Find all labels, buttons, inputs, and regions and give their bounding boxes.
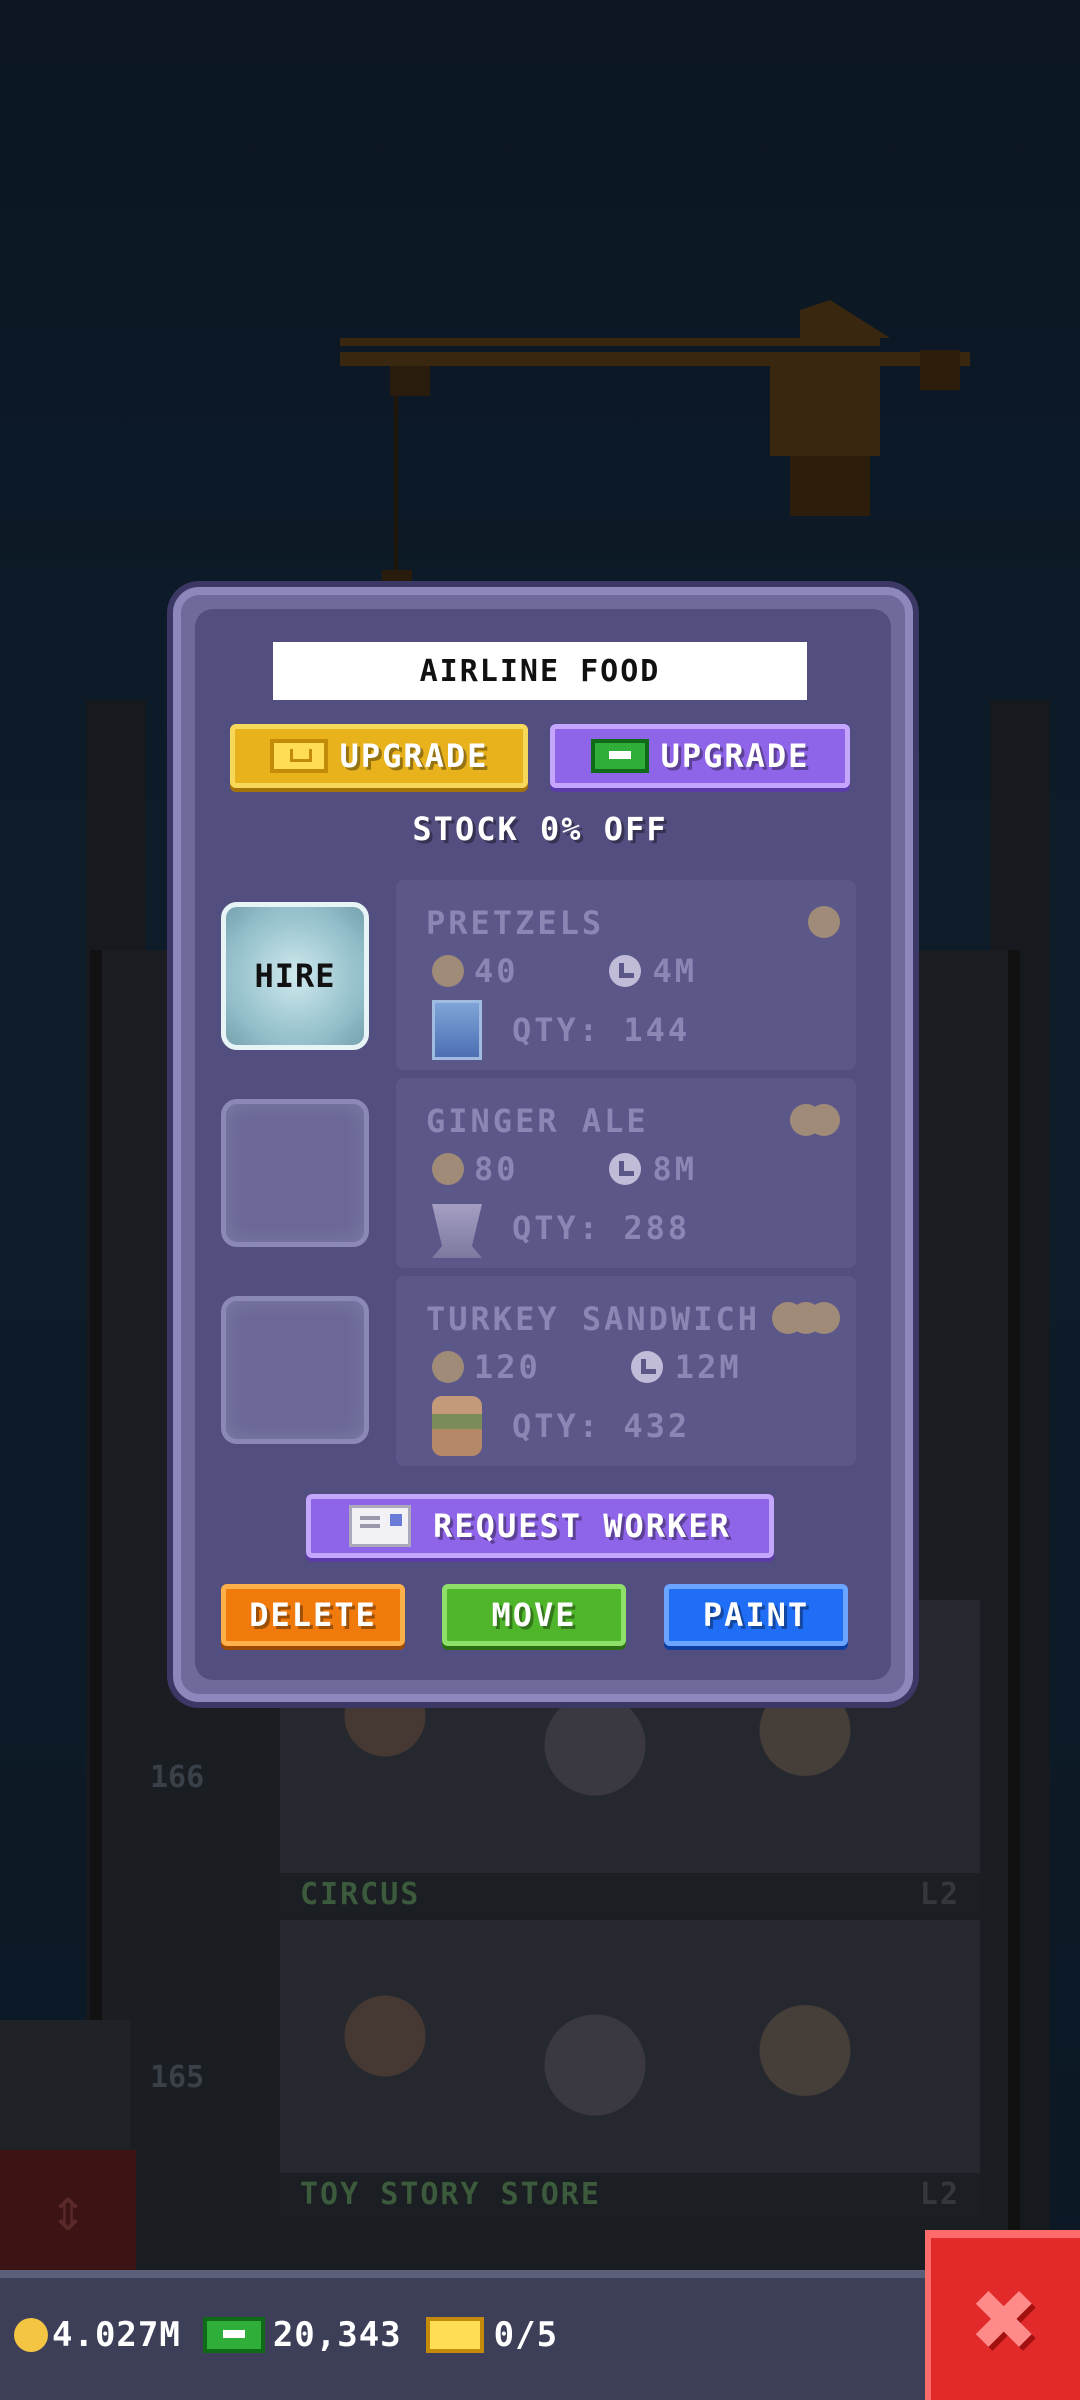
floor-165 — [280, 1920, 980, 2210]
product-name: TURKEY SANDWICH — [426, 1300, 760, 1338]
delete-button[interactable]: DELETE — [221, 1584, 405, 1646]
floor-level: L2 — [919, 1877, 960, 1912]
worker-slot-empty[interactable] — [221, 1296, 369, 1444]
product-cost: 120 — [474, 1348, 541, 1386]
stock-discount-text: STOCK 0% OFF — [412, 810, 668, 848]
hire-label: HIRE — [254, 957, 336, 995]
coins-amount: 4.027M — [52, 2315, 181, 2355]
product-panel-pretzels[interactable]: PRETZELS 40 4M QTY: 144 — [396, 880, 856, 1070]
product-time: 4M — [652, 952, 698, 990]
product-qty-row: QTY: 432 — [432, 1396, 690, 1456]
construction-crane — [340, 300, 970, 590]
can-icon — [432, 1000, 482, 1060]
hire-slot-button[interactable]: HIRE — [221, 902, 369, 1050]
bux-icon — [590, 739, 649, 773]
floor-name: CIRCUS — [300, 1877, 421, 1912]
coin-icon — [808, 1302, 840, 1334]
product-time: 12M — [674, 1348, 742, 1386]
coin-icon — [808, 906, 840, 938]
product-cost-row: 40 4M — [432, 952, 697, 990]
paint-button[interactable]: PAINT — [664, 1584, 848, 1646]
upgrade-tickets-button[interactable]: UPGRADE — [230, 724, 528, 788]
upgrade-bux-button[interactable]: UPGRADE — [550, 724, 850, 788]
worker-slot-empty[interactable] — [221, 1099, 369, 1247]
coin-icon — [432, 1351, 464, 1383]
close-button[interactable]: ✖ — [925, 2230, 1080, 2400]
ticket-icon — [269, 739, 328, 773]
coin-icon — [808, 1104, 840, 1136]
scroll-arrows-icon[interactable]: ⇕ — [0, 2150, 136, 2270]
floor-number: 165 — [150, 2060, 205, 2095]
bux-icon — [202, 2317, 265, 2353]
room-title: AIRLINE FOOD — [273, 642, 807, 700]
product-qty: QTY: 432 — [512, 1407, 691, 1445]
move-button[interactable]: MOVE — [442, 1584, 626, 1646]
product-cost: 40 — [474, 952, 519, 990]
coin-icon — [432, 1153, 464, 1185]
upgrade-label: UPGRADE — [660, 737, 810, 775]
product-cost-row: 80 8M — [432, 1150, 697, 1188]
product-qty-row: QTY: 288 — [432, 1198, 690, 1258]
tickets-amount: 0/5 — [493, 2315, 559, 2355]
product-cost-row: 120 12M — [432, 1348, 742, 1386]
request-worker-label: REQUEST WORKER — [433, 1507, 731, 1545]
product-time: 8M — [652, 1150, 698, 1188]
floor-label-circus[interactable]: CIRCUS L2 — [280, 1873, 980, 1917]
coin-icon — [14, 2318, 48, 2352]
bux-amount: 20,343 — [272, 2315, 402, 2355]
ticket-icon — [425, 2317, 484, 2353]
request-worker-button[interactable]: REQUEST WORKER — [306, 1494, 774, 1558]
cup-icon — [432, 1204, 482, 1258]
upgrade-label: UPGRADE — [339, 737, 489, 775]
product-name: GINGER ALE — [426, 1102, 649, 1140]
product-name: PRETZELS — [426, 904, 605, 942]
floor-art — [280, 1920, 980, 2210]
mail-icon — [349, 1505, 412, 1547]
product-qty: QTY: 288 — [512, 1209, 691, 1247]
product-qty: QTY: 144 — [512, 1011, 691, 1049]
product-tier-coins — [772, 1302, 840, 1334]
product-qty-row: QTY: 144 — [432, 1000, 690, 1060]
product-panel-turkey-sandwich[interactable]: TURKEY SANDWICH 120 12M QTY: 432 — [396, 1276, 856, 1466]
clock-icon — [608, 1153, 641, 1185]
currency-bar: 4.027M 20,343 0/5 — [0, 2270, 925, 2400]
floor-number: 166 — [150, 1760, 205, 1795]
product-tier-coins — [808, 906, 840, 938]
close-x-icon: ✖ — [972, 2255, 1039, 2383]
floor-label-toy-story-store[interactable]: TOY STORY STORE L2 — [280, 2173, 980, 2217]
floor-level: L2 — [919, 2177, 960, 2212]
clock-icon — [608, 955, 641, 987]
clock-icon — [630, 1351, 663, 1383]
product-tier-coins — [790, 1104, 840, 1136]
floor-name: TOY STORY STORE — [300, 2177, 601, 2212]
sandwich-icon — [432, 1396, 482, 1456]
coin-icon — [432, 955, 464, 987]
product-cost: 80 — [474, 1150, 519, 1188]
product-panel-ginger-ale[interactable]: GINGER ALE 80 8M QTY: 288 — [396, 1078, 856, 1268]
